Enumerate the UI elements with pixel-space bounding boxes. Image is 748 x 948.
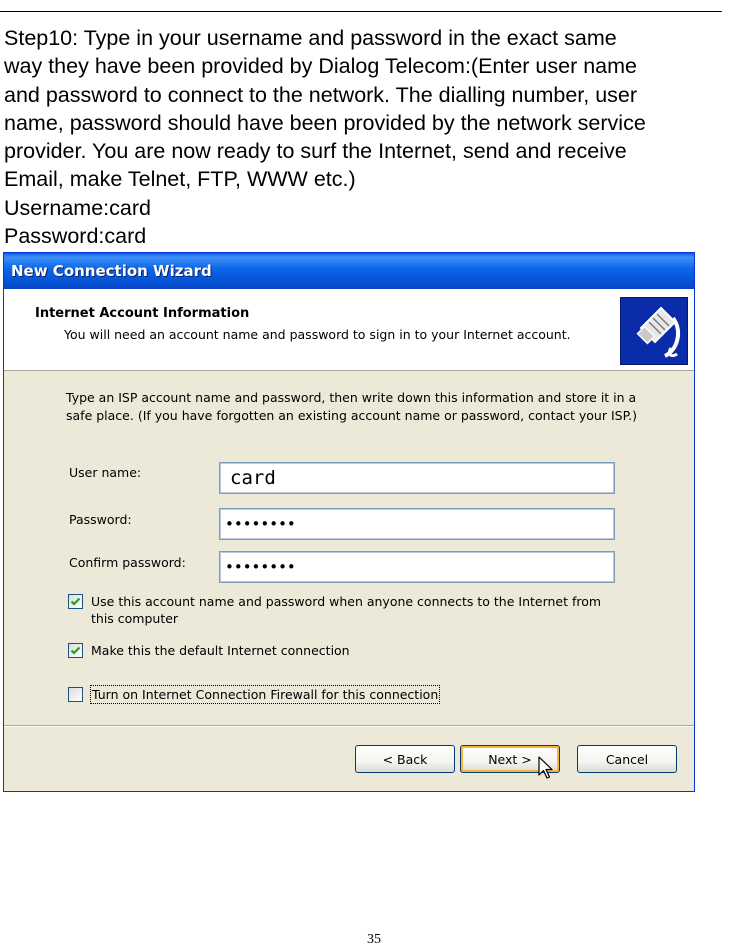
instruction-line: Email, make Telnet, FTP, WWW etc.) [4, 167, 356, 192]
use-account-label-line: this computer [91, 611, 179, 626]
username-input[interactable] [219, 462, 615, 494]
confirm-password-label: Confirm password: [69, 555, 186, 570]
password-note: Password:card [4, 224, 147, 249]
instruction-line: Step10: Type in your username and passwo… [4, 26, 617, 50]
firewall-label-line: Turn on Internet Connection Firewall for… [92, 687, 439, 702]
instructions-line: Type an ISP account name and password, t… [66, 390, 637, 405]
mouse-pointer-icon [538, 756, 553, 779]
new-connection-wizard-dialog: New Connection Wizard Internet Account I… [3, 252, 695, 792]
cancel-button[interactable]: Cancel [577, 745, 677, 773]
password-input[interactable] [219, 508, 615, 540]
username-note: Username:card [4, 195, 151, 220]
top-rule [0, 11, 722, 12]
dialog-titlebar[interactable]: New Connection Wizard [4, 253, 694, 289]
instructions-text: Step10: Type in your username and passwo… [4, 24, 748, 250]
instructions-paragraph: Type an ISP account name and password, t… [66, 389, 676, 425]
page-number: 35 [367, 932, 381, 947]
confirm-password-input[interactable] [219, 551, 615, 583]
wizard-header-title: Internet Account Information [35, 306, 250, 321]
password-label: Password: [69, 512, 132, 527]
instruction-line: and password to connect to the network. … [4, 82, 638, 107]
instruction-line: name, password should have been provided… [4, 110, 646, 135]
checkmark-icon [70, 646, 81, 655]
instruction-line: way they have been provided by Dialog Te… [4, 54, 638, 79]
network-cable-icon [620, 297, 688, 365]
default-connection-label: Make this the default Internet connectio… [91, 642, 350, 659]
use-account-checkbox[interactable] [68, 594, 83, 609]
default-connection-checkbox[interactable] [68, 643, 83, 658]
dialog-title: New Connection Wizard [11, 262, 212, 280]
firewall-label: Turn on Internet Connection Firewall for… [90, 685, 441, 704]
wizard-header: Internet Account Information You will ne… [4, 289, 694, 371]
firewall-checkbox[interactable] [68, 687, 83, 702]
default-connection-label-line: Make this the default Internet connectio… [91, 643, 350, 658]
instruction-line: provider. You are now ready to surf the … [4, 139, 627, 164]
use-account-label-line: Use this account name and password when … [91, 594, 602, 609]
button-separator [4, 725, 694, 727]
instructions-line: safe place. (If you have forgotten an ex… [66, 408, 638, 423]
wizard-header-subtitle: You will need an account name and passwo… [64, 327, 571, 342]
checkmark-icon [70, 597, 81, 606]
use-account-label: Use this account name and password when … [91, 593, 601, 627]
back-button[interactable]: < Back [355, 745, 455, 773]
username-label: User name: [69, 465, 142, 480]
